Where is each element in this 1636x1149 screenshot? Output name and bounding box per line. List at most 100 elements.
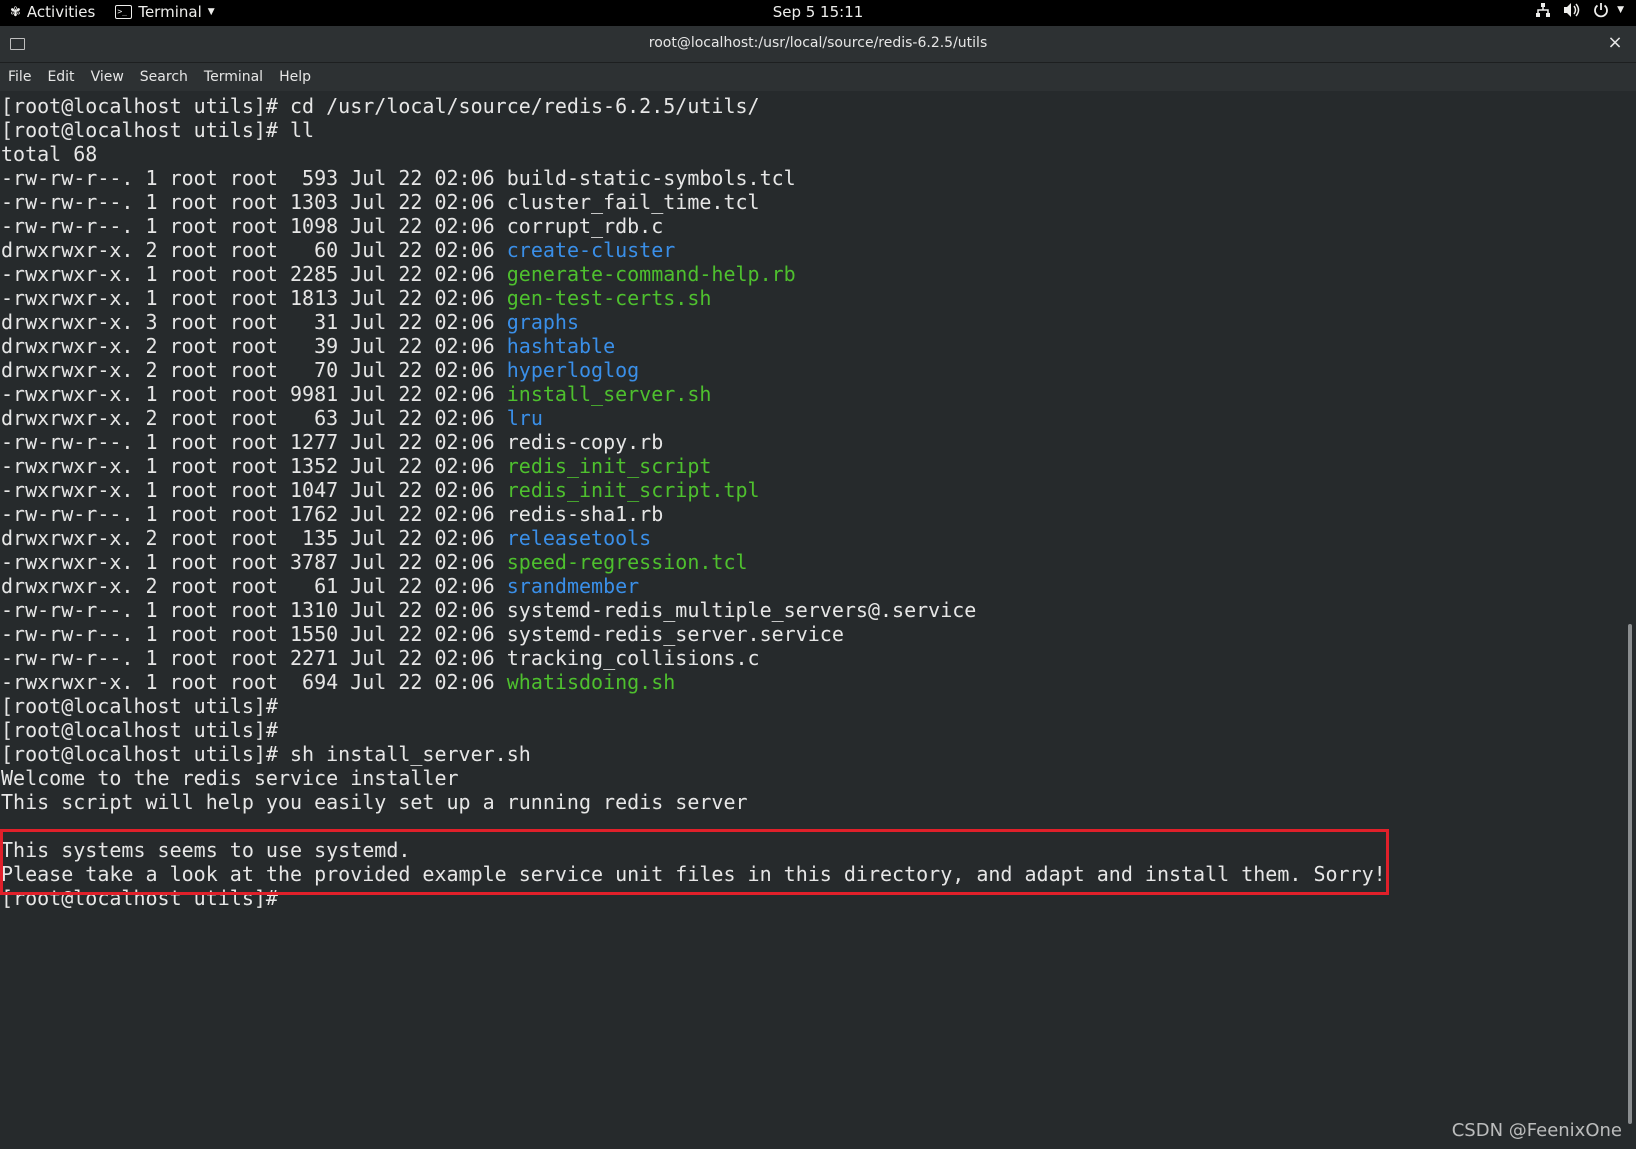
terminal-line: -rwxrwxr-x. 1 root root 3787 Jul 22 02:0… xyxy=(1,550,1386,574)
line-text: -rwxrwxr-x. 1 root root 2285 Jul 22 02:0… xyxy=(1,262,507,286)
terminal-line: -rwxrwxr-x. 1 root root 9981 Jul 22 02:0… xyxy=(1,382,1386,406)
volume-icon[interactable] xyxy=(1563,2,1581,18)
line-text: [root@localhost utils]# xyxy=(1,718,278,742)
directory-name: hashtable xyxy=(506,334,616,358)
terminal-line: -rwxrwxr-x. 1 root root 1813 Jul 22 02:0… xyxy=(1,286,1386,310)
clock-button[interactable]: Sep 5 15:11 xyxy=(773,3,864,21)
file-name: tracking_collisions.c xyxy=(506,646,760,670)
line-text: -rw-rw-r--. 1 root root 1310 Jul 22 02:0… xyxy=(1,598,507,622)
menu-search[interactable]: Search xyxy=(132,69,196,85)
line-text: -rw-rw-r--. 1 root root 1098 Jul 22 02:0… xyxy=(1,214,507,238)
menu-edit[interactable]: Edit xyxy=(39,69,82,85)
line-text: This systems seems to use systemd. xyxy=(1,838,411,862)
directory-name: lru xyxy=(506,406,543,430)
terminal-line: [root@localhost utils]# xyxy=(1,886,1386,910)
terminal-line: -rw-rw-r--. 1 root root 1310 Jul 22 02:0… xyxy=(1,598,1386,622)
executable-name: redis_init_script.tpl xyxy=(506,478,760,502)
line-text: drwxrwxr-x. 2 root root 60 Jul 22 02:06 xyxy=(1,238,507,262)
line-text: -rw-rw-r--. 1 root root 593 Jul 22 02:06 xyxy=(1,166,507,190)
line-text: drwxrwxr-x. 2 root root 70 Jul 22 02:06 xyxy=(1,358,507,382)
executable-name: redis_init_script xyxy=(506,454,712,478)
file-name: cluster_fail_time.tcl xyxy=(506,190,760,214)
activities-label: Activities xyxy=(26,3,96,21)
line-text: drwxrwxr-x. 2 root root 63 Jul 22 02:06 xyxy=(1,406,507,430)
line-text: [root@localhost utils]# xyxy=(1,886,278,910)
line-text: -rw-rw-r--. 1 root root 1762 Jul 22 02:0… xyxy=(1,502,507,526)
terminal-line: Please take a look at the provided examp… xyxy=(1,862,1386,886)
terminal-line: drwxrwxr-x. 2 root root 70 Jul 22 02:06 … xyxy=(1,358,1386,382)
line-text: [root@localhost utils]# ll xyxy=(1,118,315,142)
terminal-line: drwxrwxr-x. 2 root root 39 Jul 22 02:06 … xyxy=(1,334,1386,358)
executable-name: speed-regression.tcl xyxy=(506,550,748,574)
terminal-line: total 68 xyxy=(1,142,1386,166)
line-text: drwxrwxr-x. 2 root root 61 Jul 22 02:06 xyxy=(1,574,507,598)
file-name: redis-copy.rb xyxy=(506,430,664,454)
scrollbar-thumb[interactable] xyxy=(1628,624,1632,1124)
line-text: -rwxrwxr-x. 1 root root 9981 Jul 22 02:0… xyxy=(1,382,507,406)
directory-name: srandmember xyxy=(506,574,640,598)
terminal-line: This systems seems to use systemd. xyxy=(1,838,1386,862)
terminal-line: -rw-rw-r--. 1 root root 1277 Jul 22 02:0… xyxy=(1,430,1386,454)
executable-name: whatisdoing.sh xyxy=(506,670,676,694)
menu-terminal[interactable]: Terminal xyxy=(196,69,271,85)
terminal-line: drwxrwxr-x. 2 root root 135 Jul 22 02:06… xyxy=(1,526,1386,550)
terminal-line: -rw-rw-r--. 1 root root 593 Jul 22 02:06… xyxy=(1,166,1386,190)
file-name: systemd-redis_server.service xyxy=(506,622,844,646)
window-title: root@localhost:/usr/local/source/redis-6… xyxy=(648,35,988,51)
terminal-line: -rwxrwxr-x. 1 root root 694 Jul 22 02:06… xyxy=(1,670,1386,694)
terminal-line: Welcome to the redis service installer xyxy=(1,766,1386,790)
terminal-line: -rwxrwxr-x. 1 root root 1047 Jul 22 02:0… xyxy=(1,478,1386,502)
line-text: -rw-rw-r--. 1 root root 1277 Jul 22 02:0… xyxy=(1,430,507,454)
file-name: redis-sha1.rb xyxy=(506,502,664,526)
directory-name: hyperloglog xyxy=(506,358,640,382)
terminal-lines: [root@localhost utils]# cd /usr/local/so… xyxy=(1,94,1386,910)
menu-view[interactable]: View xyxy=(83,69,132,85)
terminal-line: drwxrwxr-x. 3 root root 31 Jul 22 02:06 … xyxy=(1,310,1386,334)
network-icon[interactable] xyxy=(1535,2,1551,18)
terminal-line: -rw-rw-r--. 1 root root 1303 Jul 22 02:0… xyxy=(1,190,1386,214)
line-text: Welcome to the redis service installer xyxy=(1,766,459,790)
close-button[interactable]: × xyxy=(1604,32,1626,53)
file-name: build-static-symbols.tcl xyxy=(506,166,796,190)
terminal-line: drwxrwxr-x. 2 root root 60 Jul 22 02:06 … xyxy=(1,238,1386,262)
line-text: -rwxrwxr-x. 1 root root 1813 Jul 22 02:0… xyxy=(1,286,507,310)
terminal-line: [root@localhost utils]# sh install_serve… xyxy=(1,742,1386,766)
file-name: systemd-redis_multiple_servers@.service xyxy=(506,598,977,622)
terminal-line: [root@localhost utils]# xyxy=(1,718,1386,742)
terminal-icon: >_ xyxy=(115,5,133,19)
line-text: This script will help you easily set up … xyxy=(1,790,748,814)
line-text: -rw-rw-r--. 1 root root 2271 Jul 22 02:0… xyxy=(1,646,507,670)
scrollbar[interactable] xyxy=(1624,92,1636,1149)
activities-button[interactable]: ✾ Activities xyxy=(10,3,95,21)
terminal-line: -rw-rw-r--. 1 root root 1098 Jul 22 02:0… xyxy=(1,214,1386,238)
line-text: -rwxrwxr-x. 1 root root 1047 Jul 22 02:0… xyxy=(1,478,507,502)
power-icon[interactable] xyxy=(1593,2,1609,18)
terminal-output[interactable]: [root@localhost utils]# cd /usr/local/so… xyxy=(0,92,1624,1149)
window-titlebar[interactable]: root@localhost:/usr/local/source/redis-6… xyxy=(0,26,1636,63)
line-text: drwxrwxr-x. 2 root root 39 Jul 22 02:06 xyxy=(1,334,507,358)
line-text: [root@localhost utils]# xyxy=(1,694,278,718)
terminal-line: -rw-rw-r--. 1 root root 1550 Jul 22 02:0… xyxy=(1,622,1386,646)
terminal-line: [root@localhost utils]# cd /usr/local/so… xyxy=(1,94,1386,118)
line-text: Please take a look at the provided examp… xyxy=(1,862,1386,886)
app-menu-button[interactable]: >_ Terminal ▼ xyxy=(115,3,215,21)
line-text: -rwxrwxr-x. 1 root root 3787 Jul 22 02:0… xyxy=(1,550,507,574)
terminal-line: drwxrwxr-x. 2 root root 63 Jul 22 02:06 … xyxy=(1,406,1386,430)
system-top-bar: ✾ Activities >_ Terminal ▼ Sep 5 15:11 ▼ xyxy=(0,0,1636,26)
directory-name: releasetools xyxy=(506,526,652,550)
menu-bar: File Edit View Search Terminal Help xyxy=(0,63,1636,91)
menu-help[interactable]: Help xyxy=(271,69,319,85)
line-text: [root@localhost utils]# cd /usr/local/so… xyxy=(1,94,760,118)
chevron-down-icon: ▼ xyxy=(207,7,215,17)
system-menu-chevron-icon[interactable]: ▼ xyxy=(1617,5,1624,15)
terminal-line: This script will help you easily set up … xyxy=(1,790,1386,814)
watermark: CSDN @FeenixOne xyxy=(1451,1120,1622,1141)
line-text: [root@localhost utils]# sh install_serve… xyxy=(1,742,531,766)
terminal-line: -rw-rw-r--. 1 root root 2271 Jul 22 02:0… xyxy=(1,646,1386,670)
menu-file[interactable]: File xyxy=(0,69,39,85)
line-text: total 68 xyxy=(1,142,98,166)
terminal-line: -rwxrwxr-x. 1 root root 1352 Jul 22 02:0… xyxy=(1,454,1386,478)
line-text: -rwxrwxr-x. 1 root root 1352 Jul 22 02:0… xyxy=(1,454,507,478)
line-text: -rw-rw-r--. 1 root root 1303 Jul 22 02:0… xyxy=(1,190,507,214)
executable-name: generate-command-help.rb xyxy=(506,262,796,286)
